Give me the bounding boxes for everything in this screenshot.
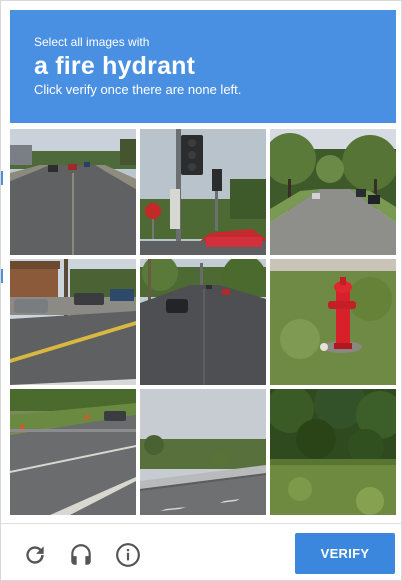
image-tile-8[interactable]	[140, 389, 266, 515]
fire-hydrant-photo	[270, 259, 396, 385]
highway-photo	[10, 389, 136, 515]
image-tile-2[interactable]	[140, 129, 266, 255]
image-grid	[10, 129, 396, 517]
trees-photo	[270, 389, 396, 515]
street-photo	[270, 129, 396, 255]
road-photo	[140, 259, 266, 385]
captcha-dialog: Select all images with a fire hydrant Cl…	[0, 0, 402, 581]
reload-icon[interactable]	[21, 541, 49, 569]
image-tile-5[interactable]	[140, 259, 266, 385]
left-edge-mark	[1, 171, 3, 185]
footer-divider	[1, 523, 402, 524]
hint-text: Click verify once there are none left.	[34, 82, 242, 97]
image-tile-1[interactable]	[10, 129, 136, 255]
info-icon[interactable]	[114, 541, 142, 569]
image-tile-6[interactable]	[270, 259, 396, 385]
challenge-header: Select all images with a fire hydrant Cl…	[10, 10, 396, 123]
instruction-text: Select all images with	[34, 35, 150, 49]
headphones-icon[interactable]	[67, 541, 95, 569]
headphones-icon-glyph	[71, 544, 91, 565]
left-edge-mark	[1, 269, 3, 283]
street-photo	[10, 259, 136, 385]
highway-photo	[140, 389, 266, 515]
image-tile-4[interactable]	[10, 259, 136, 385]
traffic-light-photo	[140, 129, 266, 255]
verify-button[interactable]: VERIFY	[295, 533, 395, 574]
road-photo	[10, 129, 136, 255]
reload-icon-glyph	[26, 546, 44, 564]
info-icon-glyph	[116, 543, 140, 567]
image-tile-7[interactable]	[10, 389, 136, 515]
target-object-text: a fire hydrant	[34, 52, 196, 80]
image-tile-3[interactable]	[270, 129, 396, 255]
image-tile-9[interactable]	[270, 389, 396, 515]
